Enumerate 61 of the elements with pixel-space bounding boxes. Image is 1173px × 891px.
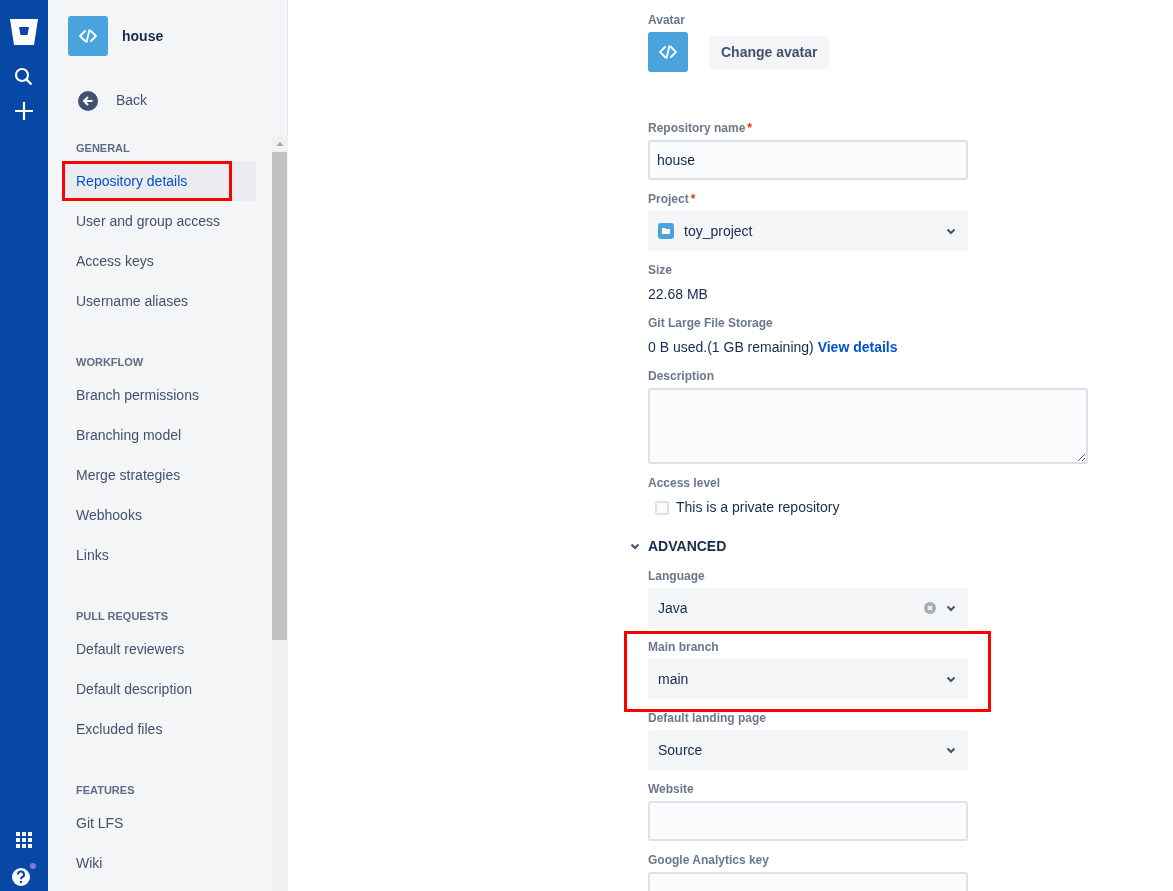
- field-value: 0 B used.(1 GB remaining) View details: [648, 338, 898, 357]
- bitbucket-logo-icon[interactable]: [9, 18, 39, 46]
- chevron-down-icon: [946, 675, 956, 683]
- section-heading: GENERAL: [76, 141, 131, 155]
- apps-grid-icon[interactable]: [16, 831, 32, 848]
- search-icon[interactable]: [14, 67, 34, 87]
- sidebar-item[interactable]: Wiki: [62, 843, 256, 883]
- chevron-down-icon: [946, 746, 956, 754]
- back-link[interactable]: Back: [78, 90, 148, 111]
- field-label: Avatar: [648, 12, 686, 28]
- dropdown-field[interactable]: Source: [648, 730, 968, 770]
- sidebar-item[interactable]: Username aliases: [62, 281, 256, 321]
- advanced-section-toggle[interactable]: ADVANCED: [630, 536, 727, 557]
- plus-icon[interactable]: [14, 101, 34, 121]
- dropdown-field[interactable]: toy_project: [648, 211, 968, 251]
- sidebar-item[interactable]: Branching model: [62, 415, 256, 455]
- dropdown-field[interactable]: Java: [648, 588, 968, 628]
- description-field[interactable]: [648, 388, 1088, 464]
- sidebar-item[interactable]: Default description: [62, 669, 256, 709]
- field-label: Size: [648, 262, 673, 278]
- field-label: Main branch: [648, 639, 720, 655]
- field-label: Project *: [648, 191, 697, 207]
- section-heading: FEATURES: [76, 783, 136, 797]
- section-heading: PULL REQUESTS: [76, 609, 170, 623]
- repository-name: house: [122, 26, 164, 46]
- chevron-down-icon: [630, 543, 640, 550]
- field-label: Default landing page: [648, 710, 767, 726]
- repository-avatar: [648, 32, 688, 72]
- clear-icon[interactable]: [924, 602, 936, 614]
- sidebar-item[interactable]: Git LFS: [62, 803, 256, 843]
- scrollbar[interactable]: [272, 136, 288, 891]
- chevron-down-icon: [946, 604, 956, 612]
- dropdown-field[interactable]: main: [648, 659, 968, 699]
- sidebar-item[interactable]: Excluded files: [62, 709, 256, 749]
- checkbox[interactable]: [655, 500, 669, 515]
- sidebar-item[interactable]: Default reviewers: [62, 629, 256, 669]
- sidebar-item[interactable]: Repository details: [62, 161, 256, 201]
- sidebar-item[interactable]: User and group access: [62, 201, 256, 241]
- folder-icon: [658, 223, 674, 239]
- chevron-down-icon: [946, 227, 956, 235]
- sidebar-item[interactable]: Webhooks: [62, 495, 256, 535]
- field-label: Git Large File Storage: [648, 315, 774, 331]
- sidebar-item[interactable]: Links: [62, 535, 256, 575]
- field-value: 22.68 MB: [648, 285, 708, 304]
- field-label: Language: [648, 568, 706, 584]
- sidebar-item[interactable]: Access keys: [62, 241, 256, 281]
- text-input-field[interactable]: house: [648, 140, 968, 180]
- section-heading: WORKFLOW: [76, 355, 145, 369]
- sidebar-item[interactable]: Merge strategies: [62, 455, 256, 495]
- repository-avatar: [68, 16, 108, 56]
- field-label: Google Analytics key: [648, 852, 770, 868]
- text-input-field[interactable]: [648, 801, 968, 841]
- field-label: Description: [648, 368, 715, 384]
- field-label: Website: [648, 781, 695, 797]
- view-details-link[interactable]: View details: [817, 339, 898, 355]
- field-label: Repository name *: [648, 120, 754, 136]
- field-label: Access level: [648, 475, 722, 491]
- sidebar-item[interactable]: Branch permissions: [62, 375, 256, 415]
- help-icon[interactable]: [11, 861, 37, 888]
- checkbox-label: This is a private repository: [676, 498, 840, 517]
- change-avatar-button[interactable]: Change avatar: [709, 35, 830, 69]
